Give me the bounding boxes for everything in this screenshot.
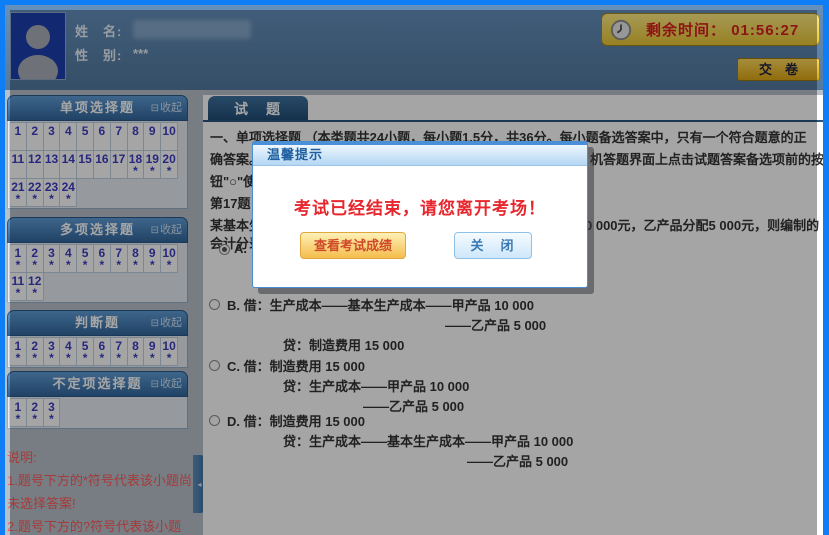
dialog-titlebar: 温馨提示: [253, 142, 587, 166]
notice-dialog: 温馨提示 考试已经结束，请您离开考场！ 查看考试成绩 关 闭: [252, 141, 588, 288]
view-score-button[interactable]: 查看考试成绩: [300, 232, 406, 259]
dialog-message: 考试已经结束，请您离开考场！: [253, 194, 587, 219]
close-button[interactable]: 关 闭: [454, 232, 532, 259]
app-frame: 姓 名: 性 别: *** 剩余时间： 01:56:27 交 卷 单项选择题⊟收…: [0, 0, 829, 535]
dialog-title: 温馨提示: [267, 147, 323, 162]
